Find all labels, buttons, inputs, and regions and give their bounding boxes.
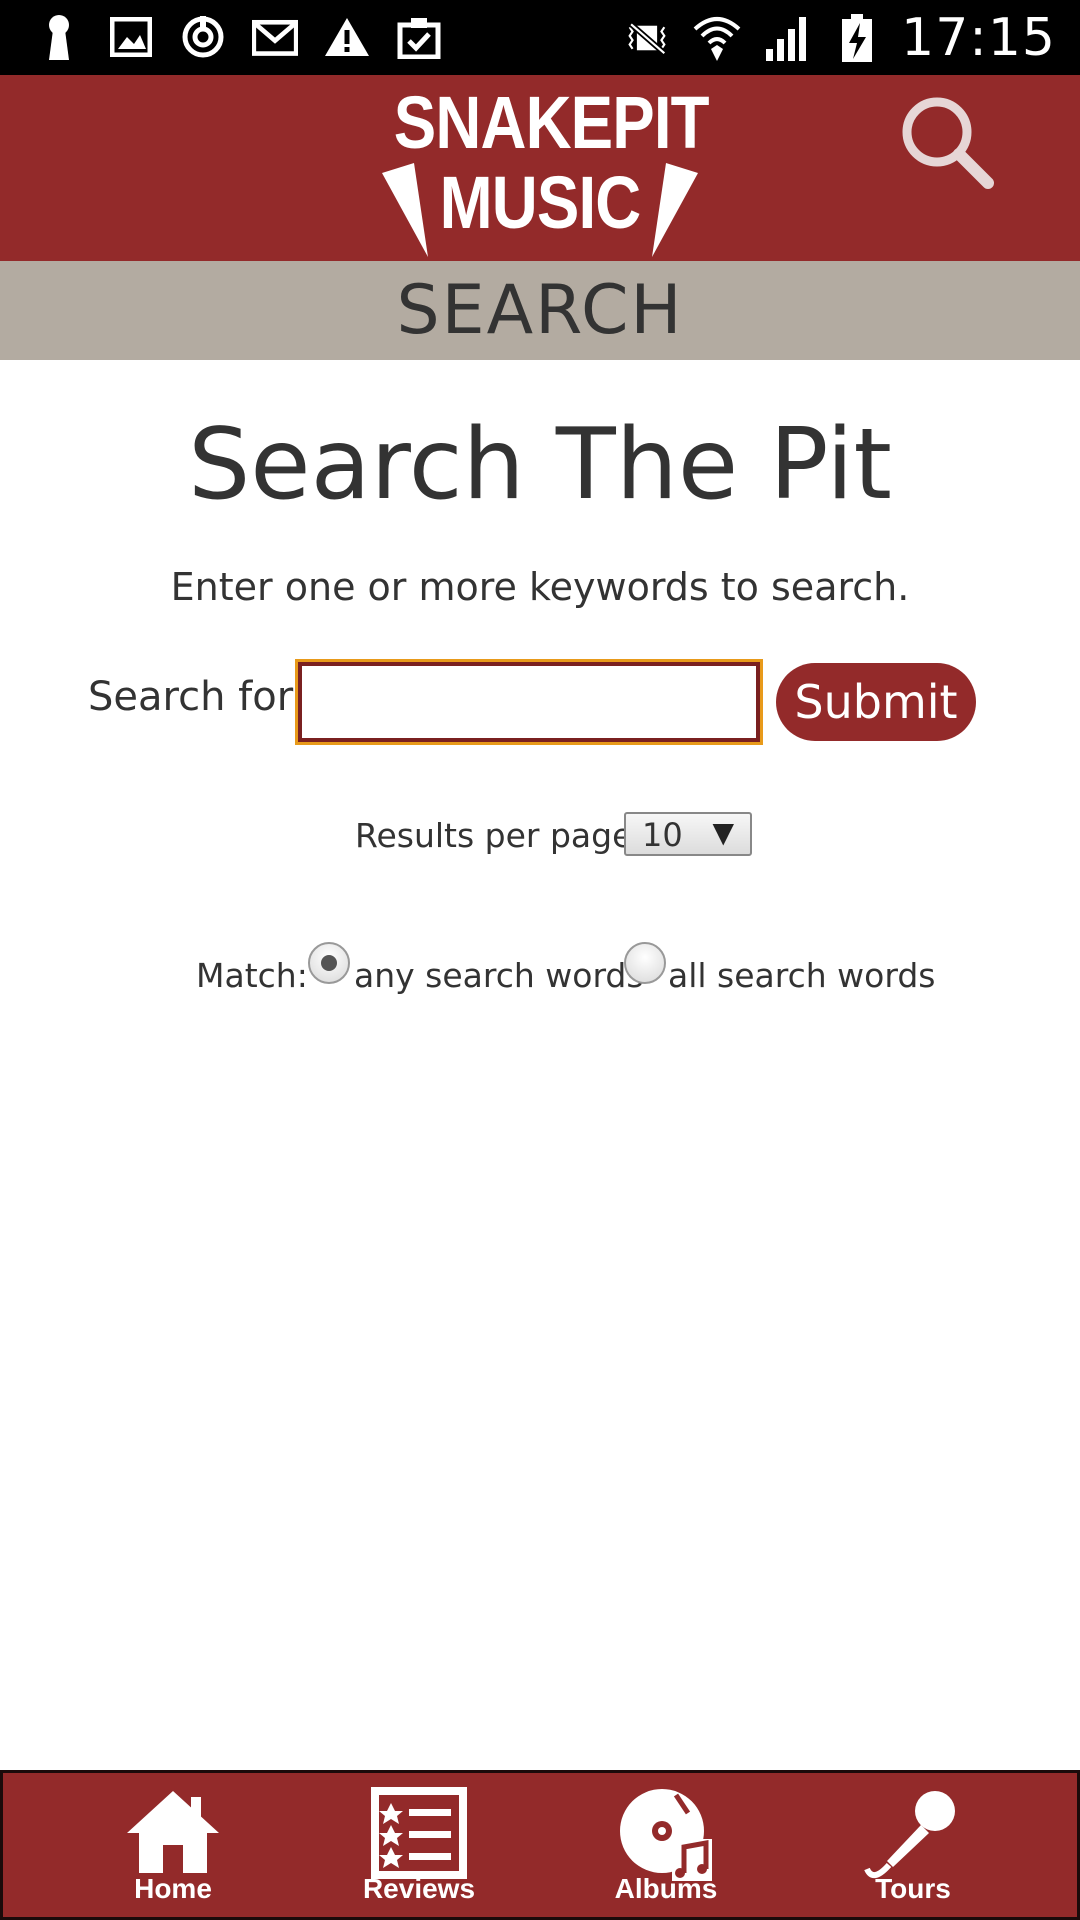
section-banner: SEARCH xyxy=(0,261,1080,360)
search-label: Search for: xyxy=(88,674,306,720)
album-disc-icon xyxy=(620,1789,712,1881)
logo-line1: SNAKEPIT xyxy=(393,81,710,164)
nav-tours[interactable]: Tours xyxy=(813,1773,1013,1919)
status-bar: 17:15 xyxy=(0,0,1080,75)
bottom-navigation: Home Reviews Albums Tours xyxy=(0,1770,1080,1920)
match-any-label[interactable]: any search words xyxy=(354,956,644,995)
submit-button[interactable]: Submit xyxy=(776,663,976,741)
dropdown-arrow-icon: ▼ xyxy=(712,816,734,849)
reviews-list-icon xyxy=(371,1787,467,1879)
home-icon xyxy=(127,1791,219,1873)
nav-albums[interactable]: Albums xyxy=(566,1773,766,1919)
results-per-page-row: Results per page: 10 ▼ xyxy=(0,812,1080,858)
search-form-row: Search for: Submit xyxy=(0,659,1080,746)
search-input[interactable] xyxy=(295,659,763,745)
keyhole-icon xyxy=(36,14,82,60)
match-all-label[interactable]: all search words xyxy=(668,956,935,995)
system-icons: 17:15 xyxy=(621,8,1056,68)
results-per-page-label: Results per page: xyxy=(355,816,644,855)
page-title: Search The Pit xyxy=(188,408,892,522)
app-header: SNAKEPIT MUSIC xyxy=(0,75,1080,261)
signal-icon xyxy=(761,12,813,64)
match-any-radio[interactable] xyxy=(308,942,350,984)
header-search-button[interactable] xyxy=(895,90,1005,200)
nav-albums-label: Albums xyxy=(614,1873,718,1904)
nav-home-label: Home xyxy=(134,1873,212,1904)
clock: 17:15 xyxy=(901,8,1056,68)
battery-charging-icon xyxy=(831,12,883,64)
image-icon xyxy=(108,14,154,60)
results-per-page-value: 10 xyxy=(642,816,683,854)
results-per-page-select[interactable]: 10 ▼ xyxy=(624,812,752,856)
vibrate-mute-icon xyxy=(621,12,673,64)
nav-home[interactable]: Home xyxy=(73,1773,273,1919)
search-icon xyxy=(902,97,994,189)
search-instructions: Enter one or more keywords to search. xyxy=(170,565,910,609)
section-title: SEARCH xyxy=(396,271,684,350)
logo-line2: MUSIC xyxy=(439,161,642,244)
nav-tours-label: Tours xyxy=(875,1873,951,1904)
gmail-icon xyxy=(252,14,298,60)
snakepit-music-logo[interactable]: SNAKEPIT MUSIC xyxy=(370,79,710,259)
warning-icon xyxy=(324,14,370,60)
nav-reviews-label: Reviews xyxy=(362,1873,476,1904)
sync-icon xyxy=(180,14,226,60)
clipboard-check-icon xyxy=(396,14,442,60)
nav-reviews[interactable]: Reviews xyxy=(319,1773,519,1919)
radio-selected-dot xyxy=(321,955,337,971)
microphone-icon xyxy=(864,1791,955,1878)
match-label: Match: xyxy=(196,956,308,995)
wifi-icon xyxy=(691,12,743,64)
notification-icons xyxy=(36,14,442,60)
match-options-row: Match: any search words all search words xyxy=(0,940,1080,995)
match-all-radio[interactable] xyxy=(624,942,666,984)
